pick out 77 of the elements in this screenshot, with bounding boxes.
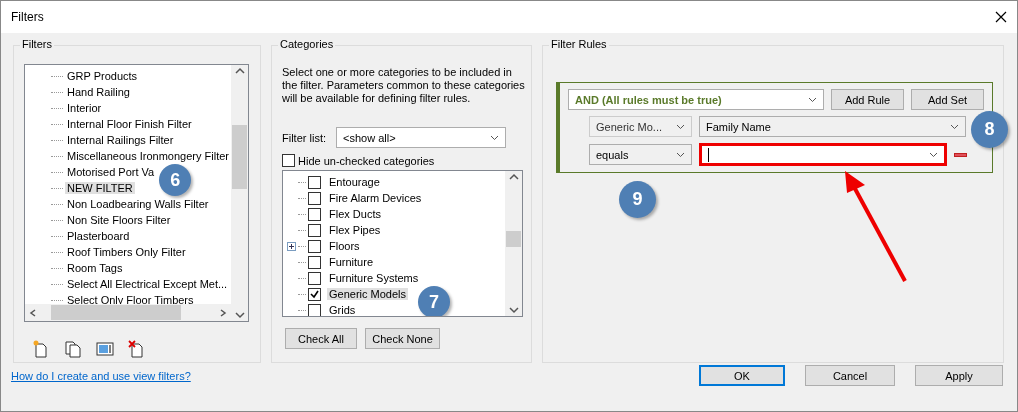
callout-badge: 8: [971, 111, 1008, 148]
category-item[interactable]: Floors: [327, 240, 362, 252]
rename-icon[interactable]: [96, 340, 114, 358]
tree-item[interactable]: Internal Railings Filter: [65, 134, 176, 146]
callout-badge: 6: [159, 164, 192, 196]
checkbox[interactable]: [308, 207, 321, 221]
category-item[interactable]: Grids: [327, 304, 358, 316]
value-field[interactable]: [699, 143, 947, 166]
category-item[interactable]: Fire Alarm Devices: [327, 192, 424, 204]
tree-item[interactable]: Miscellaneous Ironmongery Filter: [65, 150, 231, 162]
new-document-icon[interactable]: [32, 340, 50, 358]
add-set-button[interactable]: Add Set: [911, 89, 984, 110]
parameter-dropdown[interactable]: Family Name: [699, 116, 966, 137]
group-label: Categories: [278, 38, 336, 50]
help-link[interactable]: How do I create and use view filters?: [11, 369, 191, 382]
duplicate-icon[interactable]: [64, 340, 82, 358]
scroll-thumb[interactable]: [506, 231, 521, 247]
tree-item[interactable]: Select All Electrical Except Met...: [65, 278, 230, 290]
tree-item[interactable]: Room Tags: [65, 262, 125, 274]
dialog-button[interactable]: OK: [699, 365, 785, 386]
callout-badge: 9: [619, 181, 656, 218]
checkbox[interactable]: [308, 287, 321, 301]
callout-badge: 7: [418, 286, 451, 316]
scroll-up-icon[interactable]: [508, 173, 519, 181]
delete-icon[interactable]: [128, 340, 146, 358]
tree-item[interactable]: Non Loadbearing Walls Filter: [65, 198, 211, 210]
checkbox[interactable]: [308, 223, 321, 237]
tree-item[interactable]: Hand Railing: [65, 86, 132, 98]
scroll-thumb[interactable]: [232, 125, 247, 189]
category-item[interactable]: Furniture Systems: [327, 272, 421, 284]
checkbox[interactable]: [308, 303, 321, 316]
caret-icon: [490, 134, 499, 141]
tree-item[interactable]: Non Site Floors Filter: [65, 214, 173, 226]
close-icon[interactable]: [995, 11, 1007, 23]
checkbox[interactable]: [308, 239, 321, 253]
window-title: Filters: [11, 10, 44, 24]
tree-item[interactable]: GRP Products: [65, 70, 140, 82]
scroll-up-icon[interactable]: [234, 67, 245, 75]
tree-item[interactable]: NEW FILTER: [65, 182, 135, 194]
scroll-thumb[interactable]: [51, 305, 181, 320]
filter-list-dropdown[interactable]: <show all>: [336, 127, 506, 148]
tree-item[interactable]: Roof Timbers Only Filter: [65, 246, 188, 258]
field-label: Filter list:: [282, 131, 326, 144]
check-button[interactable]: Check All: [285, 328, 357, 349]
dialog-button[interactable]: Apply: [915, 365, 1003, 386]
category-item[interactable]: Flex Ducts: [327, 208, 383, 220]
tree-item[interactable]: Internal Floor Finish Filter: [65, 118, 194, 130]
caret-icon: [950, 123, 959, 130]
tree-item[interactable]: Interior: [65, 102, 104, 114]
description-text: Select one or more categories to be included in the filter. Parameters common to these categories will be available for defining filter rules.: [282, 66, 526, 105]
category-item[interactable]: Entourage: [327, 176, 382, 188]
checkbox[interactable]: [308, 271, 321, 285]
caret-icon: [929, 151, 938, 158]
expand-icon[interactable]: [287, 241, 296, 251]
category-item[interactable]: Furniture: [327, 256, 376, 268]
caret-icon: [808, 96, 818, 103]
group-label: Filters: [20, 38, 54, 50]
tree-item[interactable]: Motorised Port Va: [65, 166, 157, 178]
operator-dropdown[interactable]: AND (All rules must be true): [568, 89, 825, 110]
checkbox-label: Hide un-checked categories: [298, 154, 435, 167]
category-dropdown[interactable]: Generic Mo...: [589, 116, 692, 137]
checkbox[interactable]: [308, 191, 321, 205]
caret-icon: [676, 123, 685, 130]
checkbox[interactable]: [308, 175, 321, 189]
add-rule-button[interactable]: Add Rule: [831, 89, 904, 110]
group-label: Filter Rules: [549, 38, 609, 50]
category-item[interactable]: Generic Models: [327, 288, 409, 300]
scroll-down-icon[interactable]: [508, 306, 519, 314]
caret-icon: [676, 151, 685, 158]
condition-dropdown[interactable]: equals: [589, 144, 692, 165]
tree-item[interactable]: Plasterboard: [65, 230, 132, 242]
check-button[interactable]: Check None: [365, 328, 440, 349]
category-item[interactable]: Flex Pipes: [327, 224, 383, 236]
checkbox[interactable]: [282, 154, 295, 167]
dialog-button[interactable]: Cancel: [805, 365, 895, 386]
checkbox[interactable]: [308, 255, 321, 269]
scroll-down-icon[interactable]: [234, 311, 245, 319]
